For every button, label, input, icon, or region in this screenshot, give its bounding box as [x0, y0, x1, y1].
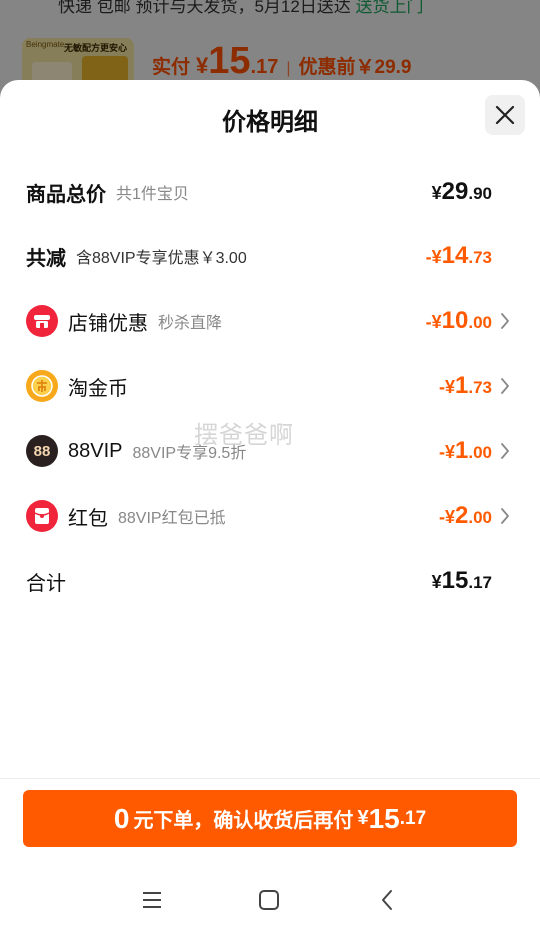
reduction-label: 共减 — [26, 247, 66, 270]
chevron-right-icon — [501, 508, 509, 524]
redpack-sub: 88VIP红包已抵 — [118, 510, 226, 527]
shop-yen: -¥ — [425, 312, 442, 332]
total-dec: .90 — [468, 184, 492, 203]
shop-icon — [26, 305, 58, 337]
row-total: 商品总价 共1件宝贝 ¥ 29 .90 — [26, 172, 514, 212]
close-button[interactable] — [485, 95, 525, 135]
menu-button[interactable] — [138, 886, 166, 914]
cta-dec: .17 — [399, 807, 427, 829]
chevron-right-icon — [501, 378, 509, 394]
sum-label: 合计 — [26, 572, 66, 595]
reduction-dec: .73 — [468, 248, 492, 267]
shop-amount: -¥ 10 .00 — [426, 307, 492, 335]
coin-label: 淘金币 — [68, 377, 128, 400]
coin-int: 1 — [455, 372, 469, 399]
redpack-dec: .00 — [468, 508, 492, 527]
divider — [0, 778, 540, 779]
reduction-sub: 含88VIP专享优惠￥3.00 — [76, 250, 247, 267]
vip-yen: -¥ — [438, 442, 455, 462]
coin-dec: .73 — [468, 378, 492, 397]
vip-amount: -¥ 1 .00 — [439, 437, 492, 465]
sum-int: 15 — [441, 567, 469, 594]
reduction-int: 14 — [441, 242, 469, 269]
shop-int: 10 — [441, 307, 469, 334]
total-int: 29 — [441, 178, 469, 205]
vip-icon: 88 — [26, 435, 58, 467]
redpack-yen: -¥ — [438, 507, 455, 527]
shop-sub: 秒杀直降 — [158, 315, 223, 332]
vip-label: 88VIP — [68, 439, 123, 462]
reduction-amount: -¥ 14 .73 — [426, 242, 492, 270]
redpack-amount: -¥ 2 .00 — [439, 502, 492, 530]
home-square-icon — [259, 890, 279, 910]
chevron-right-icon — [501, 313, 509, 329]
close-icon — [495, 105, 515, 125]
redpack-label: 红包 — [68, 507, 108, 530]
sum-amount: ¥ 15 .17 — [432, 567, 492, 595]
coin-amount: -¥ 1 .73 — [439, 372, 492, 400]
chevron-right-icon — [501, 443, 509, 459]
total-label: 商品总价 — [26, 183, 106, 206]
shop-dec: .00 — [468, 313, 492, 332]
shop-label: 店铺优惠 — [68, 312, 148, 335]
row-reduction: 共减 含88VIP专享优惠￥3.00 -¥ 14 .73 — [26, 236, 514, 276]
red-envelope-icon — [26, 500, 58, 532]
watermark: 摆爸爸啊 — [194, 422, 294, 449]
back-button[interactable] — [373, 886, 401, 914]
row-taojinbi[interactable]: 淘金币 -¥ 1 .73 — [26, 366, 514, 406]
back-icon — [382, 890, 392, 910]
cta-int: 15 — [368, 802, 400, 834]
total-yen: ¥ — [431, 183, 442, 203]
coin-yen: -¥ — [438, 377, 455, 397]
total-sub: 共1件宝贝 — [116, 186, 189, 203]
row-sum: 合计 ¥ 15 .17 — [26, 561, 514, 601]
redpack-int: 2 — [455, 502, 469, 529]
vip-dec: .00 — [468, 443, 492, 462]
sum-dec: .17 — [468, 573, 492, 592]
vip-int: 1 — [455, 437, 469, 464]
coin-icon — [26, 370, 58, 402]
sheet-title: 价格明细 — [222, 109, 318, 136]
total-amount: ¥ 29 .90 — [432, 178, 492, 206]
sum-yen: ¥ — [431, 572, 442, 592]
cta-text: 元下单，确认收货后再付 — [133, 810, 354, 832]
cta-yen: ¥ — [357, 807, 369, 829]
menu-icon — [143, 892, 161, 908]
row-shop-discount[interactable]: 店铺优惠 秒杀直降 -¥ 10 .00 — [26, 301, 514, 341]
home-button[interactable] — [255, 886, 283, 914]
system-nav-bar — [0, 870, 540, 930]
reduction-yen: -¥ — [425, 247, 442, 267]
cta-zero: 0 — [113, 802, 130, 834]
place-order-button[interactable]: 0 元下单，确认收货后再付 ¥ 15 .17 — [23, 790, 517, 847]
row-red-envelope[interactable]: 红包 88VIP红包已抵 -¥ 2 .00 — [26, 496, 514, 536]
price-detail-sheet: 价格明细 商品总价 共1件宝贝 ¥ 29 .90 共减 含88VIP专享优惠￥3… — [0, 80, 540, 932]
